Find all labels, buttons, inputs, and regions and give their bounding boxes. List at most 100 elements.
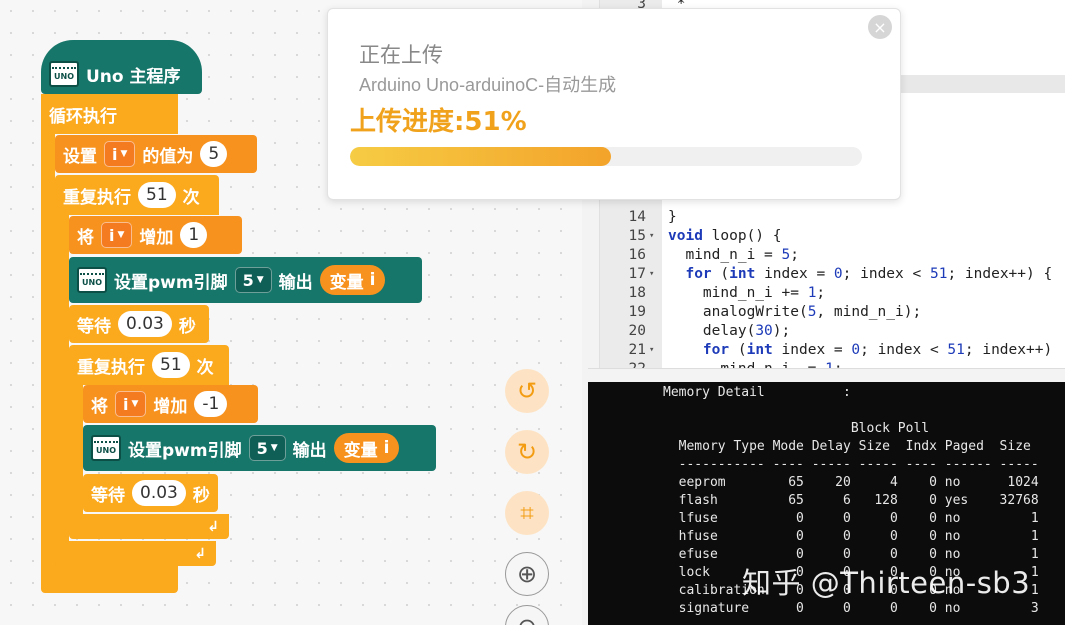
change-variable-block[interactable]: 将 i ▼ 增加 1 xyxy=(69,216,242,254)
loop-return-icon: ↲ xyxy=(194,545,206,562)
progress-bar-fill xyxy=(350,147,612,166)
line-number: 17 xyxy=(628,266,646,282)
line-number: 14 xyxy=(628,209,646,225)
line-number: 21 xyxy=(628,342,646,358)
uno-board-icon: UNO xyxy=(77,267,107,293)
chevron-down-icon: ▼ xyxy=(117,230,125,240)
pin-dropdown[interactable]: 5 ▼ xyxy=(234,267,272,293)
line-number: 16 xyxy=(628,247,646,263)
set-pwm-block[interactable]: UNO 设置pwm引脚 5 ▼ 输出 变量 i xyxy=(69,257,422,303)
loop-forever-arm xyxy=(41,133,55,563)
console-line: flash 65 6 128 0 yes 32768 xyxy=(663,493,1039,508)
redo-icon[interactable]: ↻ xyxy=(505,430,549,474)
output-label: 输出 xyxy=(278,272,313,293)
uno-board-icon: UNO xyxy=(49,61,79,87)
crop-icon[interactable]: ⌗ xyxy=(505,491,549,535)
set-variable-block[interactable]: 设置 i ▼ 的值为 5 xyxy=(55,135,257,173)
repeat-times-label: 次 xyxy=(196,357,214,378)
code-text: mind_n_i -= 1; xyxy=(668,360,842,368)
zoom-out-icon[interactable]: ⊖ xyxy=(505,605,549,625)
uno-board-icon: UNO xyxy=(91,435,121,461)
variable-reporter[interactable]: 变量 i xyxy=(333,433,400,463)
wait-seconds-input[interactable]: 0.03 xyxy=(132,480,186,506)
increase-label: 增加 xyxy=(153,396,188,417)
repeat-block-inner[interactable]: 重复执行 51 次 xyxy=(69,345,229,385)
seconds-label: 秒 xyxy=(192,485,210,506)
increment-input[interactable]: 1 xyxy=(180,222,208,248)
active-line-highlight xyxy=(900,75,1065,93)
pin-dropdown[interactable]: 5 ▼ xyxy=(248,435,286,461)
progress-bar xyxy=(350,147,862,166)
change-label: 将 xyxy=(77,227,94,248)
loop-forever-block[interactable]: 循环执行 xyxy=(41,94,178,134)
wait-seconds-input[interactable]: 0.03 xyxy=(118,311,172,337)
change-variable-block[interactable]: 将 i ▼ 增加 -1 xyxy=(83,385,258,423)
variable-dropdown[interactable]: i ▼ xyxy=(104,141,136,167)
change-label: 将 xyxy=(91,396,108,417)
console-line: ----------- ---- ----- ----- ---- ------… xyxy=(663,457,1039,472)
code-text: for (int index = 0; index < 51; index++) xyxy=(702,342,1053,358)
variable-dropdown[interactable]: i ▼ xyxy=(101,222,133,248)
fold-toggle-icon[interactable]: ▾ xyxy=(649,341,654,360)
repeat-inner-arm xyxy=(69,384,83,520)
console-line: Memory Detail : xyxy=(663,385,851,400)
console-line: Block Poll xyxy=(663,421,930,436)
set-value-input[interactable]: 5 xyxy=(200,141,228,167)
chevron-down-icon: ▼ xyxy=(120,149,128,159)
code-text: void loop() { xyxy=(668,228,782,244)
fold-toggle-icon[interactable]: ▾ xyxy=(649,265,654,284)
wait-block[interactable]: 等待 0.03 秒 xyxy=(83,474,218,512)
repeat-block-outer[interactable]: 重复执行 51 次 xyxy=(55,175,219,215)
seconds-label: 秒 xyxy=(178,316,196,337)
loop-return-icon: ↲ xyxy=(207,518,219,535)
line-number: 19 xyxy=(628,304,646,320)
repeat-outer-arm xyxy=(55,214,69,544)
progress-label: 上传进度:51% xyxy=(350,107,527,137)
increase-label: 增加 xyxy=(139,227,174,248)
watermark-text: 知乎 @Thirteen-sb3 xyxy=(742,566,1031,600)
loop-forever-bottom xyxy=(41,562,178,593)
chevron-down-icon: ▼ xyxy=(131,399,139,409)
repeat-count-input[interactable]: 51 xyxy=(152,352,190,378)
console-line: signature 0 0 0 0 no 3 xyxy=(663,601,1039,616)
line-number: 18 xyxy=(628,285,646,301)
close-icon[interactable]: × xyxy=(868,15,892,39)
console-line: hfuse 0 0 0 0 no 1 xyxy=(663,529,1039,544)
output-label: 输出 xyxy=(292,440,327,461)
zoom-in-icon[interactable]: ⊕ xyxy=(505,552,549,596)
horizontal-splitter[interactable] xyxy=(588,368,1065,383)
wait-label: 等待 xyxy=(91,485,125,506)
code-text: mind_n_i += 1; xyxy=(668,285,826,301)
upload-progress-dialog: × 正在上传 Arduino Uno-arduinoC-自动生成 上传进度:51… xyxy=(327,8,901,200)
repeat-count-input[interactable]: 51 xyxy=(138,182,176,208)
undo-icon[interactable]: ↺ xyxy=(505,369,549,413)
code-text: for (int index = 0; index < 51; index++)… xyxy=(685,266,1053,282)
chevron-down-icon: ▼ xyxy=(270,443,278,453)
console-line: Memory Type Mode Delay Size Indx Paged S… xyxy=(663,439,1031,454)
pwm-label: 设置pwm引脚 xyxy=(114,272,228,293)
wait-label: 等待 xyxy=(77,316,111,337)
set-label: 设置 xyxy=(63,146,97,167)
chevron-down-icon: ▼ xyxy=(256,275,264,285)
loop-forever-label: 循环执行 xyxy=(49,106,117,127)
code-text: mind_n_i = 5; xyxy=(668,247,799,263)
dialog-subtitle: Arduino Uno-arduinoC-自动生成 xyxy=(359,75,617,95)
repeat-label: 重复执行 xyxy=(77,357,145,378)
line-number: 20 xyxy=(628,323,646,339)
repeat-label: 重复执行 xyxy=(63,187,131,208)
wait-block[interactable]: 等待 0.03 秒 xyxy=(69,305,209,343)
repeat-inner-bottom: ↲ xyxy=(69,514,229,539)
pwm-label: 设置pwm引脚 xyxy=(128,440,242,461)
code-text: delay(30); xyxy=(668,323,791,339)
decrement-input[interactable]: -1 xyxy=(194,391,228,417)
set-pwm-block[interactable]: UNO 设置pwm引脚 5 ▼ 输出 变量 i xyxy=(83,425,436,471)
line-number: 22 xyxy=(600,360,646,368)
code-text: } xyxy=(668,209,677,225)
repeat-times-label: 次 xyxy=(182,187,200,208)
variable-reporter[interactable]: 变量 i xyxy=(319,265,386,295)
code-text: analogWrite(5, mind_n_i); xyxy=(668,304,922,320)
fold-toggle-icon[interactable]: ▾ xyxy=(649,227,654,246)
variable-dropdown[interactable]: i ▼ xyxy=(115,391,147,417)
dialog-title: 正在上传 xyxy=(359,43,443,67)
uno-main-program-block[interactable]: UNO Uno 主程序 xyxy=(41,40,202,94)
